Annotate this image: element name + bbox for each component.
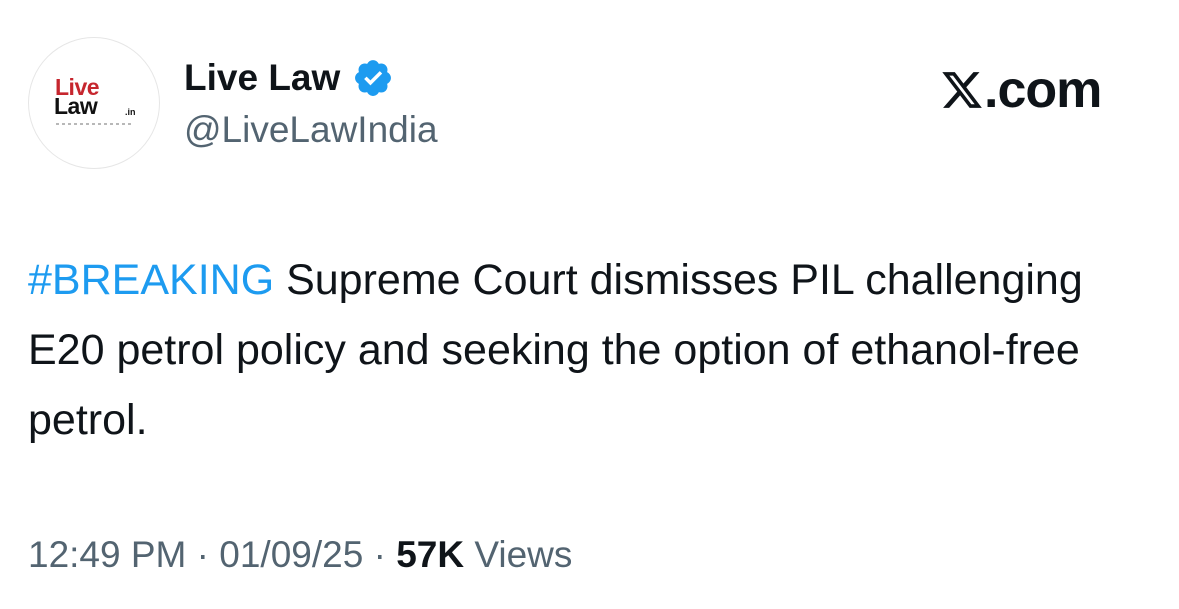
meta-separator: · <box>373 534 386 575</box>
views-label: Views <box>474 534 573 575</box>
avatar-logo-law: Law <box>54 93 98 119</box>
brand-mark: .com <box>940 60 1102 120</box>
tweet-meta: 12:49 PM · 01/09/25 · 57K Views <box>28 530 572 580</box>
tweet-date[interactable]: 01/09/25 <box>219 534 363 575</box>
x-logo-icon <box>942 72 982 108</box>
avatar-logo-tagline <box>56 123 134 125</box>
author-name-row: Live Law <box>184 56 394 100</box>
avatar[interactable]: Live Law .in <box>28 37 160 169</box>
tweet-time[interactable]: 12:49 PM <box>28 534 186 575</box>
author-display-name[interactable]: Live Law <box>184 56 340 100</box>
meta-separator: · <box>196 534 209 575</box>
hashtag-link[interactable]: #BREAKING <box>28 256 274 304</box>
tweet-text: #BREAKING Supreme Court dismisses PIL ch… <box>28 245 1138 455</box>
brand-domain-suffix: .com <box>984 61 1102 119</box>
author-handle[interactable]: @LiveLawIndia <box>184 108 438 152</box>
views-count: 57K <box>396 534 465 575</box>
verified-badge-icon <box>355 60 392 96</box>
avatar-logo-suffix: .in <box>125 107 136 117</box>
